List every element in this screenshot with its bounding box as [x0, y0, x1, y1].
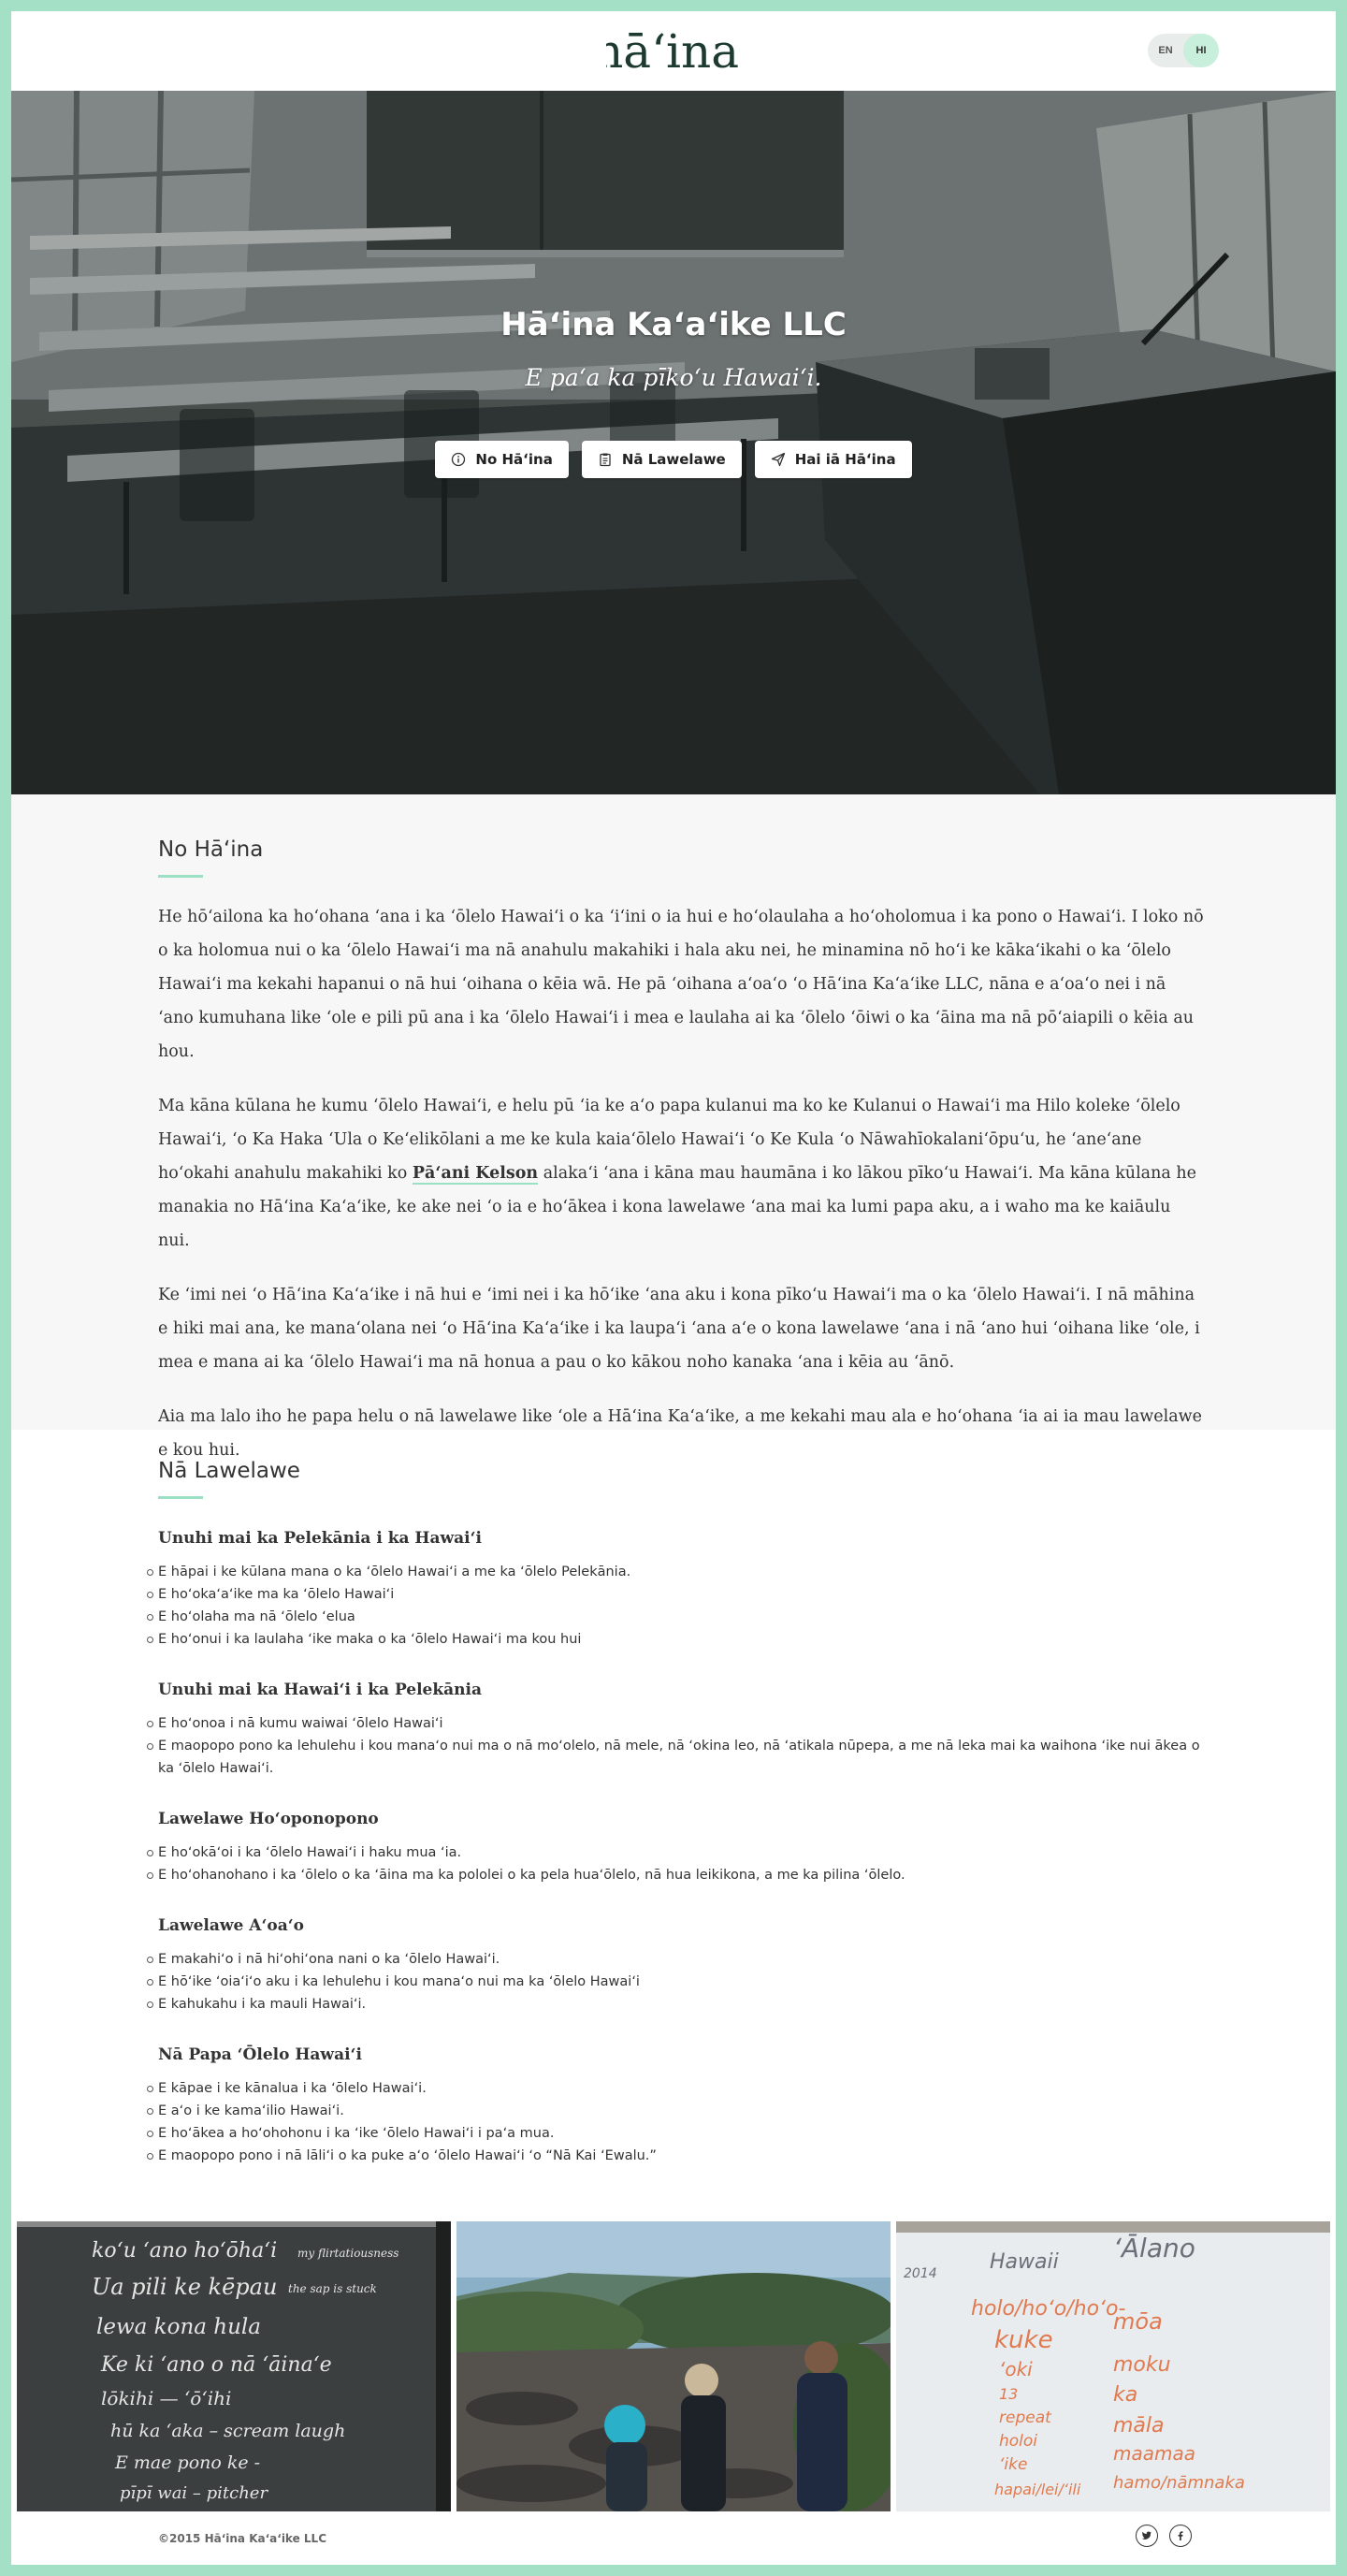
list-item: E hoʻokāʻoi i ka ʻōlelo Hawaiʻi i haku m… — [147, 1841, 1206, 1864]
whiteboard-text: moku — [1113, 2353, 1171, 2377]
facebook-icon — [1178, 2531, 1183, 2540]
about-button-label: No Hāʻina — [475, 451, 553, 468]
list-item: E maopopo pono ka lehulehu i kou manaʻo … — [147, 1735, 1206, 1780]
services-button-label: Nā Lawelawe — [621, 451, 726, 468]
about-paragraph-1: He hōʻailona ka hoʻohana ʻana i ka ʻōlel… — [158, 908, 1204, 1061]
chalk-line: lewa kona hula — [96, 2315, 261, 2339]
chalk-line: hū ka ʻaka – scream laugh — [110, 2421, 345, 2441]
hero-subtitle: E paʻa ka pīkoʻu Hawaiʻi. — [525, 364, 822, 391]
whiteboard-image: 2014 Hawaii ʻĀlano holo/hoʻo/hoʻo- kuke … — [896, 2221, 1330, 2511]
chalkboard-image: koʻu ʻano hoʻōhaʻi my flirtatiousness Ua… — [17, 2221, 451, 2511]
twitter-link[interactable] — [1136, 2525, 1158, 2547]
lava-field-image — [456, 2221, 891, 2511]
list-item: E aʻo i ke kamaʻilio Hawaiʻi. — [147, 2100, 1206, 2122]
whiteboard-text: 13 — [999, 2385, 1018, 2403]
whiteboard-text: holoi — [999, 2432, 1037, 2451]
hero-title: Hāʻina Kaʻaʻike LLC — [500, 306, 847, 343]
whiteboard-text: ʻike — [999, 2455, 1027, 2474]
photo-gallery: koʻu ʻano hoʻōhaʻi my flirtatiousness Ua… — [17, 2221, 1330, 2511]
service-group-classes: Nā Papa ʻŌlelo Hawaiʻi E kāpae i ke kāna… — [147, 2045, 1206, 2167]
whiteboard-text: 2014 — [904, 2266, 937, 2281]
service-group-haw-to-en: Unuhi mai ka Hawaiʻi i ka Pelekānia E ho… — [147, 1681, 1206, 1780]
service-group-title: Unuhi mai ka Hawaiʻi i ka Pelekānia — [158, 1681, 482, 1699]
hero-buttons: No Hāʻina Nā Lawelawe Hai iā Hāʻina — [11, 441, 1336, 478]
info-icon — [452, 452, 466, 467]
hero-section: Hāʻina Kaʻaʻike LLC E paʻa ka pīkoʻu Haw… — [11, 91, 1336, 794]
chalk-line: lōkihi — ʻōʻihi — [101, 2387, 231, 2409]
list-item: E hoʻokaʻaʻike ma ka ʻōlelo Hawaiʻi — [147, 1583, 1206, 1606]
whiteboard-text: ʻĀlano — [1113, 2233, 1195, 2263]
whiteboard-text: māla — [1113, 2414, 1165, 2438]
title-underline — [158, 875, 203, 878]
service-group-consulting: Lawelawe Aʻoaʻo E makahiʻo i nā hiʻohiʻo… — [147, 1916, 1206, 2016]
about-section: No Hāʻina He hōʻailona ka hoʻohana ʻana … — [11, 794, 1336, 1460]
about-paragraph-3: Ke ʻimi nei ʻo Hāʻina Kaʻaʻike i nā hui … — [158, 1286, 1200, 1372]
whiteboard-text: hamo/nāmnaka — [1113, 2473, 1245, 2493]
list-item: E hoʻohanohano i ka ʻōlelo o ka ʻāina ma… — [147, 1864, 1206, 1886]
whiteboard-text: Hawaii — [990, 2250, 1059, 2274]
list-item: E hoʻonoa i nā kumu waiwai ʻōlelo Hawaiʻ… — [147, 1712, 1206, 1735]
list-item: E kāpae i ke kānalua i ka ʻōlelo Hawaiʻi… — [147, 2077, 1206, 2100]
service-group-title: Nā Papa ʻŌlelo Hawaiʻi — [158, 2045, 362, 2064]
clipboard-icon — [600, 453, 611, 467]
twitter-icon — [1141, 2531, 1151, 2540]
chalk-line: my flirtatiousness — [297, 2247, 398, 2260]
about-paragraph-4: Aia ma lalo iho he papa helu o nā lawela… — [158, 1407, 1203, 1460]
chalkboard-photo: koʻu ʻano hoʻōhaʻi my flirtatiousness Ua… — [17, 2221, 451, 2511]
logo[interactable]: hāʻina. — [606, 17, 741, 80]
lava-field-photo — [456, 2221, 891, 2511]
list-item: E hoʻolaha ma nā ʻōlelo ʻelua — [147, 1606, 1206, 1628]
service-group-en-to-haw: Unuhi mai ka Pelekānia i ka Hawaiʻi E hā… — [147, 1529, 1206, 1651]
whiteboard-text: hapai/lei/ʻili — [994, 2481, 1081, 2498]
chalk-line: koʻu ʻano hoʻōhaʻi — [92, 2239, 277, 2263]
contact-button[interactable]: Hai iā Hāʻina — [754, 441, 912, 478]
whiteboard-text: ka — [1113, 2383, 1137, 2407]
site-footer: ©2015 Hāʻina Kaʻaʻike LLC — [11, 2511, 1336, 2565]
whiteboard-text: holo/hoʻo/hoʻo- — [971, 2297, 1126, 2321]
whiteboard-text: mōa — [1113, 2308, 1163, 2335]
lang-en-button[interactable]: EN — [1148, 34, 1183, 67]
about-paragraph-2: Ma kāna kūlana he kumu ʻōlelo Hawaiʻi, e… — [158, 1089, 1206, 1258]
list-item: E hoʻonui i ka laulaha ʻike maka o ka ʻō… — [147, 1628, 1206, 1651]
services-title: Nā Lawelawe — [158, 1459, 300, 1483]
list-item: E hoʻākea a hoʻohohonu i ka ʻike ʻōlelo … — [147, 2122, 1206, 2145]
services-section: Nā Lawelawe Unuhi mai ka Pelekānia i ka … — [147, 1459, 1206, 2167]
whiteboard-text: maamaa — [1113, 2442, 1195, 2465]
whiteboard-photo: 2014 Hawaii ʻĀlano holo/hoʻo/hoʻo- kuke … — [896, 2221, 1330, 2511]
service-group-title: Lawelawe Aʻoaʻo — [158, 1916, 304, 1935]
paper-plane-icon — [771, 452, 785, 467]
chalk-line: E mae pono ke - — [114, 2452, 260, 2473]
service-group-title: Lawelawe Hoʻoponopono — [158, 1810, 379, 1828]
copyright-text: ©2015 Hāʻina Kaʻaʻike LLC — [158, 2532, 327, 2545]
list-item: E makahiʻo i nā hiʻohiʻona nani o ka ʻōl… — [147, 1948, 1206, 1971]
whiteboard-text: ʻoki — [999, 2358, 1033, 2380]
services-button[interactable]: Nā Lawelawe — [581, 441, 742, 478]
language-toggle[interactable]: EN HI — [1148, 34, 1219, 67]
whiteboard-text: kuke — [994, 2326, 1053, 2354]
site-header: hāʻina. EN HI — [11, 11, 1336, 91]
chalk-line: the sap is stuck — [288, 2282, 377, 2295]
facebook-link[interactable] — [1169, 2525, 1192, 2547]
pa-ani-kelson-link[interactable]: Pāʻani Kelson — [412, 1164, 539, 1185]
list-item: E kahukahu i ka mauli Hawaiʻi. — [147, 1993, 1206, 2016]
about-title: No Hāʻina — [158, 837, 264, 862]
chalk-line: Ua pili ke kēpau — [92, 2274, 277, 2300]
list-item: E hōʻike ʻoiaʻiʻo aku i ka lehulehu i ko… — [147, 1971, 1206, 1993]
contact-button-label: Hai iā Hāʻina — [794, 451, 896, 468]
list-item: E hāpai i ke kūlana mana o ka ʻōlelo Haw… — [147, 1561, 1206, 1583]
title-underline — [158, 1496, 203, 1499]
whiteboard-text: repeat — [999, 2409, 1052, 2427]
chalk-line: Ke ki ʻano o nā ʻāinaʻe — [100, 2353, 332, 2377]
lang-hi-button[interactable]: HI — [1183, 34, 1219, 67]
page-frame: hāʻina. EN HI — [11, 11, 1336, 2565]
service-group-title: Unuhi mai ka Pelekānia i ka Hawaiʻi — [158, 1529, 482, 1548]
service-group-editing: Lawelawe Hoʻoponopono E hoʻokāʻoi i ka ʻ… — [147, 1810, 1206, 1886]
chalk-line: pīpī wai – pitcher — [120, 2483, 268, 2503]
list-item: E maopopo pono i nā lāliʻi o ka puke aʻo… — [147, 2145, 1206, 2167]
logo-text: hāʻina. — [606, 24, 741, 79]
about-button[interactable]: No Hāʻina — [435, 441, 569, 478]
